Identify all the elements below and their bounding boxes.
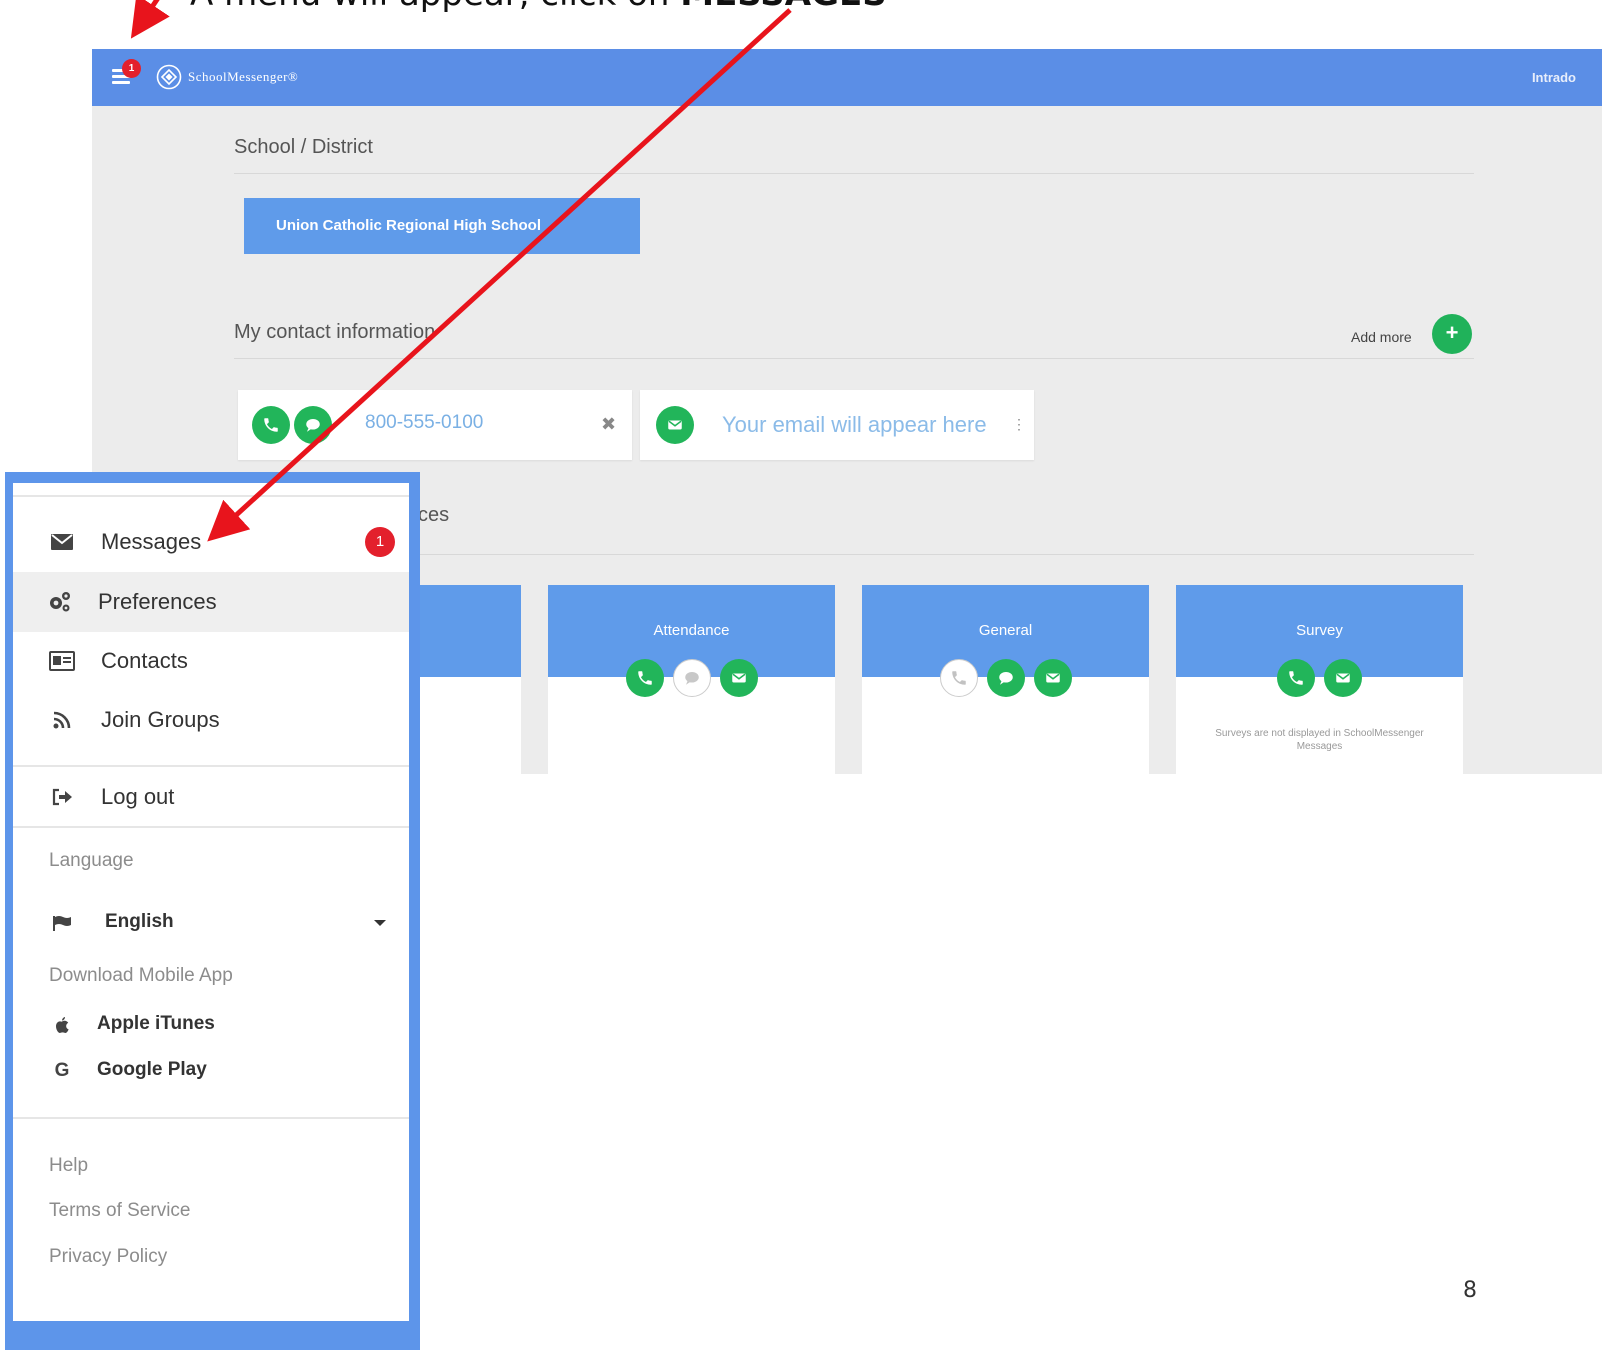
notification-badge: 1 xyxy=(122,59,141,78)
phone-icon[interactable] xyxy=(625,659,664,697)
preferences-section-title: ces xyxy=(418,504,450,526)
channel-icons xyxy=(1176,659,1463,697)
sms-icon[interactable] xyxy=(986,659,1025,697)
caret-down-icon xyxy=(374,920,386,926)
remove-contact-icon[interactable]: ✖ xyxy=(601,414,616,435)
email-icon[interactable] xyxy=(719,659,758,697)
menu-item-label: Messages xyxy=(101,529,202,554)
arrow-to-menu-icon xyxy=(130,0,170,39)
email-icon[interactable] xyxy=(1324,659,1362,697)
section-divider xyxy=(234,358,1474,359)
phone-contact-card[interactable]: 800-555-0100 ✖ xyxy=(238,390,632,460)
side-menu: Messages 1 Preferences Contacts Join Gro… xyxy=(13,483,409,1321)
menu-item-contacts[interactable]: Contacts xyxy=(13,631,409,691)
menu-divider xyxy=(13,1117,409,1119)
slide: A menu will appear, click on MESSAGES 1 … xyxy=(0,0,1602,1350)
more-options-icon[interactable]: ⋮ xyxy=(1012,416,1026,433)
help-link[interactable]: Help xyxy=(49,1155,88,1177)
page-number: 8 xyxy=(1463,1278,1477,1303)
schoolmessenger-logo-icon xyxy=(156,64,182,90)
language-select[interactable]: English xyxy=(13,903,409,943)
envelope-icon xyxy=(49,530,75,554)
menu-item-join-groups[interactable]: Join Groups xyxy=(13,690,409,750)
app-label: Google Play xyxy=(97,1059,207,1080)
survey-note: Surveys are not displayed in SchoolMesse… xyxy=(1215,728,1424,752)
unread-badge: 1 xyxy=(365,527,395,557)
download-heading: Download Mobile App xyxy=(49,965,233,986)
apple-icon xyxy=(49,1013,75,1037)
sms-icon[interactable] xyxy=(294,406,332,444)
phone-icon[interactable] xyxy=(1277,659,1315,697)
google-play-link[interactable]: G Google Play xyxy=(13,1054,409,1088)
menu-item-log-out[interactable]: Log out xyxy=(13,767,409,827)
menu-item-label: Log out xyxy=(101,784,175,809)
email-icon[interactable] xyxy=(1033,659,1072,697)
channel-icons xyxy=(862,659,1149,697)
app-label: Apple iTunes xyxy=(97,1013,215,1034)
apple-itunes-link[interactable]: Apple iTunes xyxy=(13,1008,409,1042)
gears-icon xyxy=(47,590,73,614)
category-card-general[interactable]: General xyxy=(862,585,1149,774)
section-divider xyxy=(234,173,1474,174)
sms-icon[interactable] xyxy=(672,659,711,697)
instruction-text: A menu will appear, click on MESSAGES xyxy=(190,0,887,14)
language-value: English xyxy=(105,911,174,932)
sign-out-icon xyxy=(49,785,75,809)
brand-logo[interactable]: SchoolMessenger® xyxy=(156,63,298,91)
menu-divider xyxy=(13,826,409,828)
phone-icon[interactable] xyxy=(939,659,978,697)
privacy-policy-link[interactable]: Privacy Policy xyxy=(49,1246,167,1268)
instruction-emphasis: MESSAGES xyxy=(680,0,886,14)
category-card-attendance[interactable]: Attendance xyxy=(548,585,835,774)
phone-number[interactable]: 800-555-0100 xyxy=(365,412,483,434)
rss-icon xyxy=(49,708,75,732)
menu-divider xyxy=(13,495,409,497)
terms-of-service-link[interactable]: Terms of Service xyxy=(49,1200,190,1222)
channel-icons xyxy=(548,659,835,697)
menu-item-preferences[interactable]: Preferences xyxy=(13,572,409,632)
school-button[interactable]: Union Catholic Regional High School xyxy=(244,198,640,254)
menu-item-label: Preferences xyxy=(98,589,217,614)
address-card-icon xyxy=(49,649,75,673)
add-more-link[interactable]: Add more xyxy=(1351,329,1412,345)
menu-item-messages[interactable]: Messages 1 xyxy=(13,512,409,572)
google-icon: G xyxy=(54,1060,70,1081)
contact-section-title: My contact information xyxy=(234,321,436,343)
menu-item-label: Contacts xyxy=(101,648,188,673)
flag-icon xyxy=(49,911,75,935)
email-contact-card[interactable]: Your email will appear here ⋮ xyxy=(640,390,1034,460)
school-section-title: School / District xyxy=(234,136,373,158)
category-card-survey[interactable]: Survey Surveys are not displayed in Scho… xyxy=(1176,585,1463,774)
menu-item-label: Join Groups xyxy=(101,707,220,732)
email-field[interactable]: Your email will appear here xyxy=(722,412,987,438)
language-heading: Language xyxy=(49,850,134,871)
partner-logo: Intrado xyxy=(1531,70,1576,85)
top-navigation-bar: 1 SchoolMessenger® Intrado xyxy=(92,49,1602,106)
phone-icon[interactable] xyxy=(252,406,290,444)
instruction-prefix: A menu will appear, click on xyxy=(190,0,680,14)
email-icon[interactable] xyxy=(656,406,694,444)
add-contact-button[interactable]: + xyxy=(1432,314,1472,354)
section-divider xyxy=(234,554,1474,555)
brand-name: SchoolMessenger® xyxy=(188,69,299,84)
